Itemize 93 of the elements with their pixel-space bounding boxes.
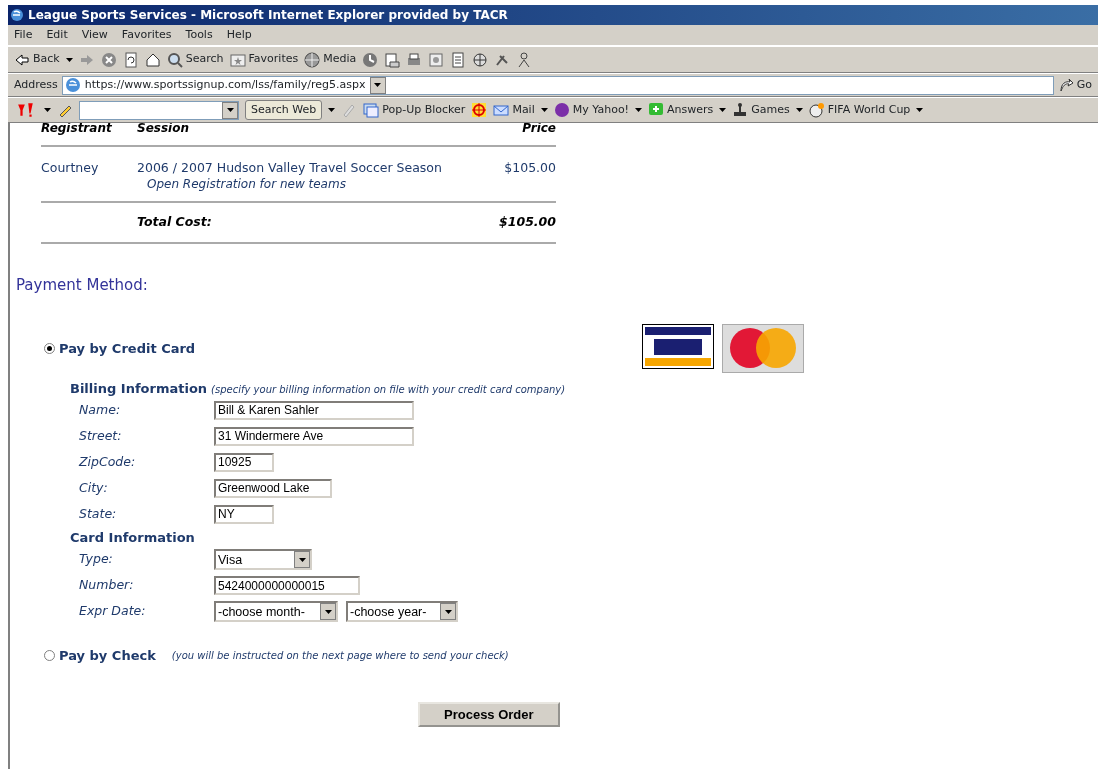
dropdown-field[interactable]: -choose month-: [214, 601, 338, 623]
dropdown-arrow-icon: [328, 108, 336, 112]
media-button[interactable]: Media: [304, 51, 357, 68]
dropdown-arrow-icon: [916, 108, 924, 112]
dropdown-arrow-icon: [444, 609, 452, 614]
field-label: Street:: [79, 426, 123, 445]
toolbar-item[interactable]: FIFA World Cup: [808, 101, 911, 119]
window-title: League Sports Services - Microsoft Internet Explorer provided by TACR: [28, 8, 508, 22]
input-field[interactable]: Greenwood Lake: [214, 478, 332, 498]
search-field[interactable]: [79, 100, 239, 120]
table-cell: $105.00: [490, 146, 556, 202]
dropdown-arrow-icon: [540, 108, 548, 112]
dropdown-field[interactable]: -choose year-: [346, 601, 458, 623]
radio-button[interactable]: [44, 343, 55, 355]
dropdown-arrow-icon: [635, 108, 643, 112]
table-cell: Courtney: [41, 146, 137, 202]
menu-item[interactable]: Edit: [46, 26, 68, 44]
back-arrow-icon: [14, 51, 30, 68]
input-field[interactable]: 5424000000000015: [214, 576, 360, 596]
dropdown-arrow-icon: [324, 609, 332, 614]
input-field[interactable]: 10925: [214, 452, 274, 472]
field-label: City:: [79, 478, 109, 497]
card-logo: [642, 324, 714, 370]
field-label: ZipCode:: [79, 452, 137, 471]
option-note: (you will be instructed on the next page where to send your check): [171, 649, 509, 664]
section-heading: Payment Method:: [16, 274, 149, 296]
stop-icon: [100, 51, 117, 68]
envelope-icon: [493, 102, 510, 118]
address-bar[interactable]: https://www.sportssignup.com/lss/family/reg5.aspx: [61, 75, 1054, 95]
search-button[interactable]: Search: [166, 51, 224, 68]
window-stack-icon: [363, 102, 380, 118]
menu-item[interactable]: File: [14, 26, 33, 44]
dropdown-arrow-icon: [298, 557, 306, 562]
table-cell-text: 2006 / 2007 Hudson Valley Travel Soccer Season: [137, 159, 443, 177]
toolbar-item[interactable]: Answers: [648, 101, 714, 119]
favorites-button[interactable]: Favorites: [229, 51, 299, 68]
globe-icon: [304, 51, 321, 68]
section-subheading: Billing Information: [70, 380, 208, 399]
popup-blocker-button[interactable]: Pop-Up Blocker: [363, 101, 466, 119]
field-label: Expr Date:: [79, 602, 147, 621]
section-note: (specify your billing information on file with your credit card company): [211, 383, 566, 398]
field-label: State:: [79, 504, 118, 523]
section-subheading: Card Information: [70, 528, 196, 547]
input-field[interactable]: 31 Windermere Ave: [214, 426, 414, 446]
magnifier-icon: [166, 51, 183, 68]
globe-icon: [472, 51, 489, 68]
browser-icon: [10, 8, 24, 22]
dropdown-field[interactable]: Visa: [214, 549, 312, 571]
option-label: Pay by Check: [59, 647, 156, 666]
dropdown-arrow-icon: [44, 108, 51, 112]
total-label: Total Cost:: [137, 201, 491, 243]
total-value: $105.00: [490, 201, 556, 243]
back-button[interactable]: Back: [14, 51, 60, 68]
menu-item[interactable]: Favorites: [121, 26, 172, 44]
column-header: Price: [490, 123, 556, 146]
toolbar-item[interactable]: Games: [732, 101, 790, 119]
toolbar-item[interactable]: Mail: [493, 101, 535, 119]
page-icon: [64, 77, 81, 93]
address-label: Address: [14, 76, 58, 93]
star-folder-icon: [229, 51, 246, 68]
session-note: Open Registration for new teams: [146, 177, 347, 191]
menu-item[interactable]: View: [81, 26, 108, 44]
radio-button[interactable]: [44, 650, 55, 662]
crosshair-icon: [471, 102, 488, 118]
document-icon: [450, 51, 467, 68]
field-label: Name:: [79, 400, 122, 419]
input-field[interactable]: Bill & Karen Sahler: [214, 400, 414, 420]
printer-icon: [406, 51, 423, 68]
window-icon: [428, 51, 445, 68]
joystick-icon: [732, 102, 749, 118]
dropdown-arrow-icon: [226, 108, 234, 112]
menu-item[interactable]: Help: [226, 26, 252, 44]
search-web-button[interactable]: Search Web: [245, 99, 323, 121]
field-label: Number:: [79, 576, 135, 595]
dropdown-arrow-icon: [374, 83, 381, 87]
dropdown-button[interactable]: [369, 76, 386, 94]
field-label: Type:: [79, 550, 114, 569]
circle-badge-icon: [553, 102, 570, 118]
column-header: Session: [137, 123, 491, 146]
history-icon: [362, 51, 379, 68]
refresh-icon: [122, 51, 139, 68]
process-order-button[interactable]: Process Order: [418, 701, 560, 727]
go-button[interactable]: Go: [1057, 76, 1092, 94]
home-icon: [144, 51, 161, 68]
dropdown-arrow-icon: [795, 108, 803, 112]
menu-item[interactable]: Tools: [185, 26, 213, 44]
go-arrow-icon: [1057, 77, 1074, 93]
column-header: Registrant: [41, 123, 137, 146]
dropdown-arrow-icon: [719, 108, 727, 112]
dropdown-arrow-icon: [65, 57, 73, 62]
toolbar-item[interactable]: My Yahoo!: [553, 101, 630, 119]
input-field[interactable]: NY: [214, 504, 274, 524]
option-label: Pay by Credit Card: [59, 339, 196, 358]
